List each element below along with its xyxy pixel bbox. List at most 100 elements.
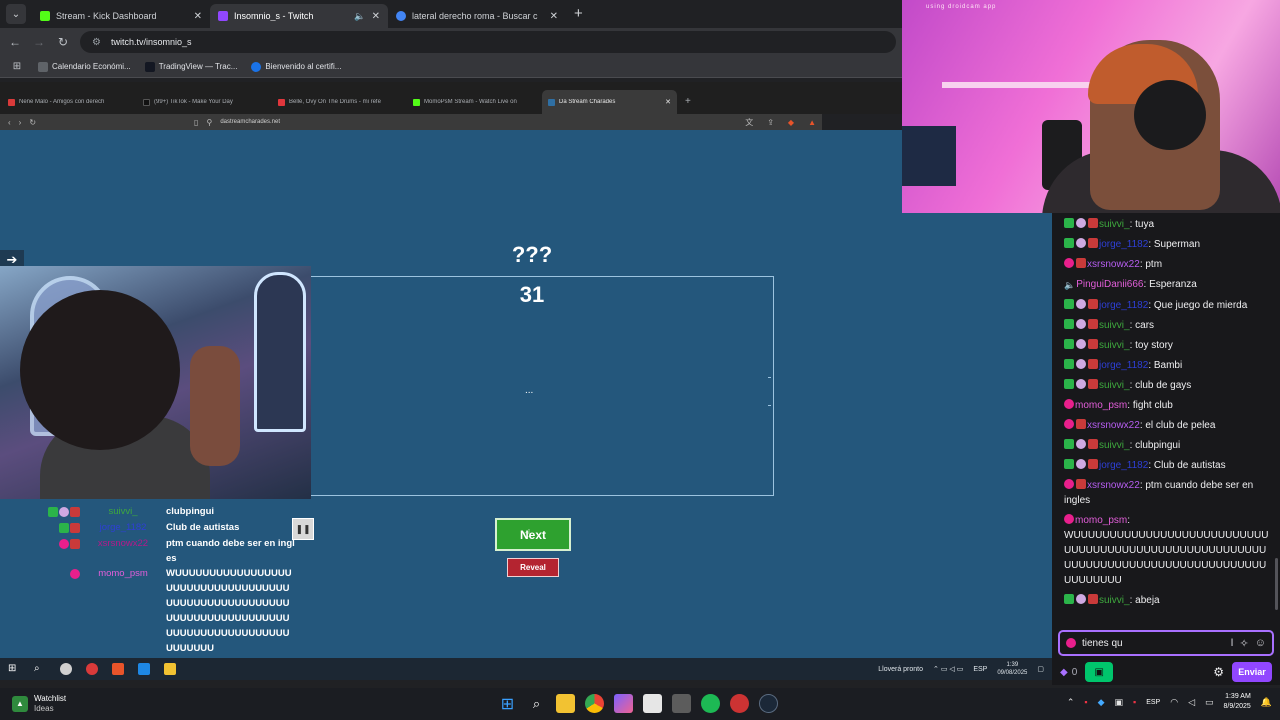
inner-tab-4[interactable]: MomoPsM Stream - Watch Live on (407, 90, 542, 114)
inner-new-tab-button[interactable]: + (685, 96, 691, 107)
twitch-chat-panel[interactable]: suivvi_: tuya jorge_1182: Superman xsrsn… (1052, 213, 1280, 627)
speaker-icon[interactable]: 🔈 (354, 11, 365, 22)
chat-username[interactable]: jorge_1182 (1099, 360, 1148, 371)
chat-message-row: xsrsnowx22: el club de pelea (1052, 418, 1280, 433)
reload-icon[interactable]: ↻ (56, 35, 70, 49)
folder-icon[interactable] (164, 663, 176, 675)
file-explorer-icon[interactable] (556, 694, 575, 713)
chat-username[interactable]: momo_psm (1075, 400, 1127, 411)
reveal-button[interactable]: Reveal (507, 558, 559, 577)
chat-username[interactable]: suivvi_ (1099, 595, 1130, 606)
app-icon[interactable] (60, 663, 72, 675)
spotify-icon[interactable] (701, 694, 720, 713)
tab-search-chevron-icon[interactable]: ⌄ (6, 4, 26, 24)
watchlist-widget[interactable]: ▲ Watchlist Ideas (0, 694, 66, 714)
gear-icon[interactable]: ⚙ (1213, 665, 1224, 679)
share-icon[interactable]: ⇪ (767, 118, 774, 127)
chat-username[interactable]: suivvi_ (1099, 320, 1130, 331)
url-input[interactable]: ⚙ twitch.tv/insomnio_s (80, 31, 896, 53)
emote-smile-icon[interactable]: ☺ (1255, 637, 1266, 649)
bookmark-tradingview[interactable]: TradingView — Trac... (144, 61, 237, 72)
back-icon[interactable]: ← (8, 35, 22, 49)
bookmark-calendario[interactable]: Calendario Económi... (38, 61, 131, 72)
close-icon[interactable]: ✕ (194, 11, 202, 22)
close-icon[interactable]: ✕ (665, 98, 671, 106)
chat-input[interactable]: tienes qu I ✧ ☺ (1058, 630, 1274, 656)
chat-username[interactable]: suivvi_ (1099, 340, 1130, 351)
search-icon[interactable]: ⌕ (34, 663, 46, 675)
copilot-icon[interactable] (614, 694, 633, 713)
battery-icon[interactable]: ▭ (1205, 697, 1214, 708)
store-icon[interactable] (672, 694, 691, 713)
reload-icon[interactable]: ↻ (29, 118, 36, 127)
inner-tab-1[interactable]: Nene Malo - Amigos con derech (2, 90, 137, 114)
chat-username[interactable]: jorge_1182 (1099, 239, 1148, 250)
chat-username[interactable]: xsrsnowx22 (1087, 480, 1140, 491)
app-icon[interactable] (730, 694, 749, 713)
outlook-icon[interactable] (138, 663, 150, 675)
bookmark-icon[interactable]: ▯ (194, 118, 198, 127)
shield-icon[interactable]: ◆ (788, 118, 794, 127)
chat-username[interactable]: suivvi_ (1099, 219, 1130, 230)
apps-grid-icon[interactable]: ⊞ (10, 61, 24, 72)
inner-tab-5[interactable]: Da Stream Charades ✕ (542, 90, 677, 114)
translate-icon[interactable]: 文 (745, 117, 753, 128)
close-icon[interactable]: ✕ (372, 11, 380, 22)
taskbar-apps: ⊞ ⌕ (498, 694, 778, 713)
notification-bell-icon[interactable]: 🔔 (1261, 697, 1272, 708)
chat-message-text: tuya (1135, 219, 1155, 230)
chat-username[interactable]: xsrsnowx22 (1087, 420, 1140, 431)
chat-username[interactable]: suivvi_ (1099, 380, 1130, 391)
chrome-icon[interactable] (585, 694, 604, 713)
notification-icon[interactable]: ▢ (1037, 665, 1044, 673)
inner-tab-2[interactable]: (99+) TikTok - Make Your Day (137, 90, 272, 114)
chevron-up-icon[interactable]: ⌃ (1067, 697, 1075, 708)
chat-input-value[interactable]: tienes qu (1082, 638, 1224, 649)
weather-widget[interactable]: Lloverá pronto (878, 666, 923, 673)
new-tab-button[interactable]: + (574, 5, 583, 22)
search-icon[interactable]: ⌕ (527, 694, 546, 713)
chat-username[interactable]: suivvi_ (1099, 440, 1130, 451)
outer-tab-kick[interactable]: Stream - Kick Dashboard ✕ (32, 4, 210, 28)
app-tray-icon[interactable]: ▪ (1084, 697, 1087, 707)
chat-username[interactable]: PinguiDanii666 (1076, 279, 1143, 290)
forward-icon[interactable]: → (32, 35, 46, 49)
chat-username[interactable]: jorge_1182 (1099, 300, 1148, 311)
site-info-icon[interactable]: ⚲ (206, 118, 212, 127)
forward-icon[interactable]: › (19, 118, 22, 127)
windows-start-icon[interactable]: ⊞ (498, 694, 517, 713)
wifi-icon[interactable]: ◠ (1170, 697, 1178, 708)
brave-icon[interactable] (112, 663, 124, 675)
notepad-icon[interactable] (643, 694, 662, 713)
bonus-chest-icon[interactable]: ▣ (1085, 662, 1114, 682)
chat-username[interactable]: jorge_1182 (1099, 460, 1148, 471)
steam-icon[interactable] (759, 694, 778, 713)
windows-start-icon[interactable]: ⊞ (8, 663, 20, 675)
outer-tab-google[interactable]: lateral derecho roma - Buscar c ✕ (388, 4, 566, 28)
close-icon[interactable]: ✕ (550, 11, 558, 22)
chat-scrollbar[interactable] (1275, 558, 1278, 610)
chrome-icon[interactable] (86, 663, 98, 675)
rewards-icon[interactable]: ▲ (808, 118, 816, 127)
next-button[interactable]: Next (495, 518, 571, 551)
sparkle-icon[interactable]: ✧ (1240, 637, 1249, 650)
chat-username[interactable]: momo_psm (1075, 515, 1127, 526)
chat-username[interactable]: xsrsnowx22 (1087, 259, 1140, 270)
pause-icon[interactable]: ❚❚ (292, 518, 314, 540)
app-tray-icon[interactable]: ◆ (1098, 697, 1105, 708)
volume-icon[interactable]: ◁ (1188, 697, 1195, 708)
chat-message-row: jorge_1182: Que juego de mierda (1052, 298, 1280, 313)
site-info-icon[interactable]: ⚙ (92, 37, 101, 48)
chat-message-text: Club de autistas (1153, 460, 1226, 471)
channel-points[interactable]: ◆ 0 (1060, 667, 1077, 678)
outer-tab-twitch[interactable]: Insomnio_s - Twitch 🔈 ✕ (210, 4, 388, 28)
inner-tab-3[interactable]: Bellé, Ovy On The Drums - mi refe (272, 90, 407, 114)
app-tray-icon[interactable]: ▪ (1133, 697, 1136, 707)
app-tray-icon[interactable]: ▣ (1115, 697, 1124, 708)
inner-url[interactable]: dastreamcharades.net (220, 119, 737, 125)
back-icon[interactable]: ‹ (8, 118, 11, 127)
taskbar-clock[interactable]: 1:39 AM 8/9/2025 (1224, 692, 1251, 712)
send-button[interactable]: Enviar (1232, 662, 1272, 682)
bookmark-certificado[interactable]: Bienvenido al certifi... (251, 61, 341, 72)
tray-icons[interactable]: ⌃ ▭ ◁ ▭ (933, 665, 963, 673)
